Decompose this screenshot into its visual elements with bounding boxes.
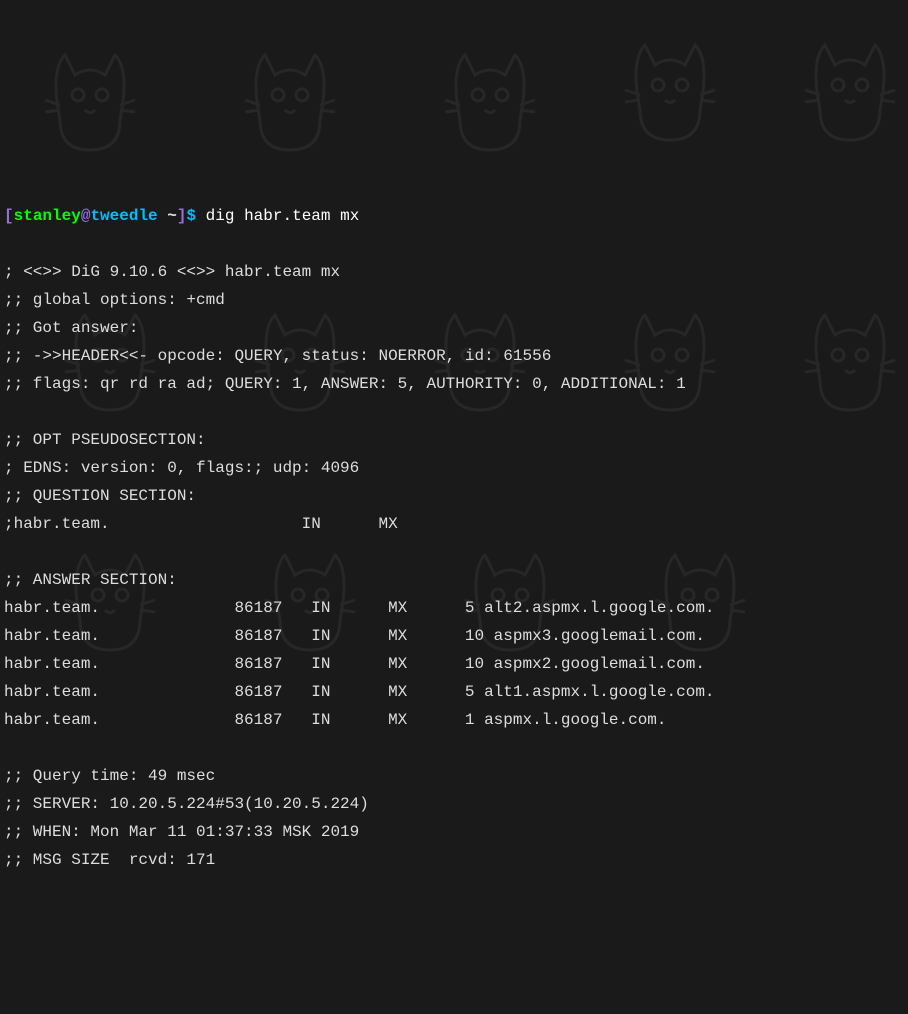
prompt: [stanley@tweedle ~]$ <box>4 207 206 225</box>
output-global-opts: ;; global options: +cmd <box>4 291 225 309</box>
output-server: ;; SERVER: 10.20.5.224#53(10.20.5.224) <box>4 795 369 813</box>
output-answer-row: habr.team. 86187 IN MX 10 aspmx3.googlem… <box>4 627 705 645</box>
output-opt-section: ;; OPT PSEUDOSECTION: <box>4 431 206 449</box>
output-flags: ;; flags: qr rd ra ad; QUERY: 1, ANSWER:… <box>4 375 686 393</box>
output-answer-row: habr.team. 86187 IN MX 5 alt1.aspmx.l.go… <box>4 683 715 701</box>
output-answer-header: ;; ANSWER SECTION: <box>4 571 177 589</box>
output-blank <box>4 543 14 561</box>
prompt-host: tweedle <box>90 207 157 225</box>
prompt-open-bracket: [ <box>4 207 14 225</box>
output-version: ; <<>> DiG 9.10.6 <<>> habr.team mx <box>4 263 340 281</box>
output-question-header: ;; QUESTION SECTION: <box>4 487 196 505</box>
output-answer-row: habr.team. 86187 IN MX 10 aspmx2.googlem… <box>4 655 705 673</box>
prompt-at: @ <box>81 207 91 225</box>
prompt-user: stanley <box>14 207 81 225</box>
output-edns: ; EDNS: version: 0, flags:; udp: 4096 <box>4 459 359 477</box>
output-blank <box>4 403 14 421</box>
output-msg-size: ;; MSG SIZE rcvd: 171 <box>4 851 215 869</box>
output-blank <box>4 739 14 757</box>
output-header: ;; ->>HEADER<<- opcode: QUERY, status: N… <box>4 347 551 365</box>
output-query-time: ;; Query time: 49 msec <box>4 767 215 785</box>
output-answer-row: habr.team. 86187 IN MX 1 aspmx.l.google.… <box>4 711 667 729</box>
output-blank <box>4 235 14 253</box>
prompt-dollar: $ <box>186 207 205 225</box>
output-question: ;habr.team. IN MX <box>4 515 398 533</box>
prompt-path: ~ <box>158 207 177 225</box>
command-text: dig habr.team mx <box>206 207 360 225</box>
output-answer-row: habr.team. 86187 IN MX 5 alt2.aspmx.l.go… <box>4 599 715 617</box>
output-when: ;; WHEN: Mon Mar 11 01:37:33 MSK 2019 <box>4 823 359 841</box>
output-got-answer: ;; Got answer: <box>4 319 138 337</box>
terminal[interactable]: [stanley@tweedle ~]$ dig habr.team mx ; … <box>4 174 904 874</box>
